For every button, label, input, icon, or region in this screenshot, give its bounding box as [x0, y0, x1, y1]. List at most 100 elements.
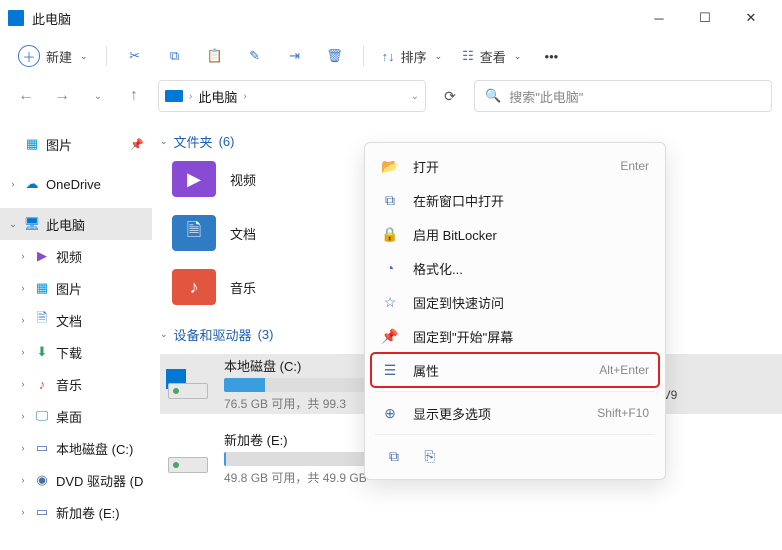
new-button[interactable]: ＋ 新建 ⌄	[10, 40, 96, 72]
drive-e-icon	[166, 443, 210, 473]
separator	[363, 46, 364, 66]
sidebar-item-dvd[interactable]: › ◉ DVD 驱动器 (D	[0, 464, 152, 496]
sidebar-item-pictures2[interactable]: ›▦ 图片	[0, 272, 152, 304]
app-icon	[8, 10, 24, 26]
sidebar-item-documents[interactable]: ›🗎 文档	[0, 304, 152, 336]
sidebar-item-desktop[interactable]: › 🖵 桌面	[0, 400, 152, 432]
expand-icon[interactable]: ›	[18, 507, 28, 517]
sidebar-label: 桌面	[56, 407, 82, 426]
minimize-button[interactable]: ─	[636, 2, 682, 34]
expand-icon[interactable]: ›	[18, 347, 28, 357]
rename-icon: ✎	[249, 48, 260, 64]
expand-icon[interactable]: ›	[18, 283, 28, 293]
separator	[106, 46, 107, 66]
star-icon: ☆	[381, 294, 399, 311]
sidebar-item-onedrive[interactable]: ›☁ OneDrive	[0, 168, 152, 200]
collapse-icon: ⌄	[160, 136, 168, 147]
up-button[interactable]: ↑	[118, 80, 150, 112]
group-label: 文件夹	[174, 132, 213, 151]
copy-icon[interactable]: ⧉	[385, 447, 403, 465]
ctx-bitlocker[interactable]: 🔒 启用 BitLocker	[371, 217, 659, 251]
maximize-button[interactable]: ☐	[682, 2, 728, 34]
video-folder-icon: ▶	[172, 161, 216, 197]
back-button[interactable]: ←	[10, 80, 42, 112]
pin-icon: 📌	[381, 328, 399, 345]
sidebar-label: DVD 驱动器 (D	[56, 471, 143, 490]
ctx-format[interactable]: ◔ 格式化...	[371, 251, 659, 285]
folder-open-icon: 📂	[381, 158, 399, 175]
ctx-new-window[interactable]: ⧉ 在新窗口中打开	[371, 183, 659, 217]
sort-button[interactable]: ↑↓ 排序 ⌄	[374, 40, 451, 72]
rename-button[interactable]: ✎	[237, 40, 273, 72]
chevron-right-icon: ›	[189, 91, 192, 102]
delete-button[interactable]: 🗑	[317, 40, 353, 72]
sidebar-item-music[interactable]: ›♪ 音乐	[0, 368, 152, 400]
expand-icon[interactable]: ›	[18, 315, 28, 325]
trash-icon: 🗑	[326, 48, 343, 64]
refresh-button[interactable]: ⟳	[434, 80, 466, 112]
search-icon: 🔍	[485, 88, 501, 104]
ctx-show-more[interactable]: ⊕ 显示更多选项 Shift+F10	[371, 396, 659, 430]
sidebar-item-video[interactable]: ›▶ 视频	[0, 240, 152, 272]
sidebar-label: 图片	[56, 279, 82, 298]
sidebar-item-pictures[interactable]: ▦ 图片 📌	[0, 128, 152, 160]
downloads-icon: ⬇	[34, 344, 50, 360]
paste-button[interactable]: 📋	[197, 40, 233, 72]
plus-icon: ＋	[18, 45, 40, 67]
format-icon: ◔	[381, 260, 399, 276]
copy-button[interactable]: ⧉	[157, 40, 193, 72]
group-count: (3)	[258, 327, 274, 342]
folder-label: 视频	[230, 170, 256, 189]
desktop-icon: 🖵	[34, 408, 50, 424]
expand-icon[interactable]: ›	[18, 475, 28, 485]
window-title: 此电脑	[32, 9, 636, 28]
context-menu: 📂 打开 Enter ⧉ 在新窗口中打开 🔒 启用 BitLocker ◔ 格式…	[364, 142, 666, 480]
ctx-properties[interactable]: ☰ 属性 Alt+Enter	[371, 353, 659, 387]
sidebar-item-local-c[interactable]: ›▭ 本地磁盘 (C:)	[0, 432, 152, 464]
drive-c-icon	[166, 369, 210, 399]
expand-icon[interactable]: ›	[18, 251, 28, 261]
chevron-down-icon[interactable]: ⌄	[411, 91, 419, 102]
ctx-pin-start[interactable]: 📌 固定到"开始"屏幕	[371, 319, 659, 353]
expand-icon[interactable]: ›	[18, 411, 28, 421]
forward-button[interactable]: →	[46, 80, 78, 112]
folder-label: 音乐	[230, 278, 256, 297]
share-button[interactable]: ⇥	[277, 40, 313, 72]
expand-icon[interactable]: ›	[18, 443, 28, 453]
sidebar-item-thispc[interactable]: ⌄🖥 此电脑	[0, 208, 152, 240]
collapse-icon[interactable]: ⌄	[8, 219, 18, 230]
list-icon: ☰	[381, 362, 399, 379]
view-icon: ☷	[462, 48, 474, 64]
new-label: 新建	[46, 47, 72, 66]
sidebar-item-newvol-e[interactable]: ›▭ 新加卷 (E:)	[0, 496, 152, 528]
more-icon: ⊕	[381, 405, 399, 422]
expand-icon[interactable]: ›	[8, 179, 18, 189]
view-button[interactable]: ☷ 查看 ⌄	[454, 40, 529, 72]
expand-icon[interactable]: ›	[18, 379, 28, 389]
nav-row: ← → ⌄ ↑ › 此电脑 › ⌄ ⟳ 🔍 搜索"此电脑"	[0, 76, 782, 120]
pictures-icon: ▦	[24, 136, 40, 152]
toolbar: ＋ 新建 ⌄ ✂ ⧉ 📋 ✎ ⇥ 🗑 ↑↓ 排序 ⌄ ☷ 查看 ⌄ •••	[0, 36, 782, 76]
cut-button[interactable]: ✂	[117, 40, 153, 72]
recent-button[interactable]: ⌄	[82, 80, 114, 112]
disc-icon: ◉	[34, 472, 50, 488]
sidebar-label: 视频	[56, 247, 82, 266]
close-button[interactable]: ✕	[728, 2, 774, 34]
sidebar-label: OneDrive	[46, 177, 101, 192]
search-input[interactable]: 🔍 搜索"此电脑"	[474, 80, 772, 112]
ctx-open[interactable]: 📂 打开 Enter	[371, 149, 659, 183]
ctx-pin-quick[interactable]: ☆ 固定到快速访问	[371, 285, 659, 319]
copy-path-icon[interactable]: ⎘	[421, 447, 439, 465]
menu-separator	[375, 434, 655, 435]
title-bar: 此电脑 ─ ☐ ✕	[0, 0, 782, 36]
sidebar-label: 新加卷 (E:)	[56, 503, 120, 522]
breadcrumb-root[interactable]: 此电脑	[198, 87, 237, 106]
address-bar[interactable]: › 此电脑 › ⌄	[158, 80, 426, 112]
dots-icon: •••	[545, 49, 559, 64]
documents-icon: 🗎	[34, 312, 50, 328]
music-folder-icon: ♪	[172, 269, 216, 305]
menu-separator	[375, 391, 655, 392]
sidebar-item-downloads[interactable]: ›⬇ 下载	[0, 336, 152, 368]
more-button[interactable]: •••	[533, 40, 569, 72]
view-label: 查看	[480, 47, 506, 66]
